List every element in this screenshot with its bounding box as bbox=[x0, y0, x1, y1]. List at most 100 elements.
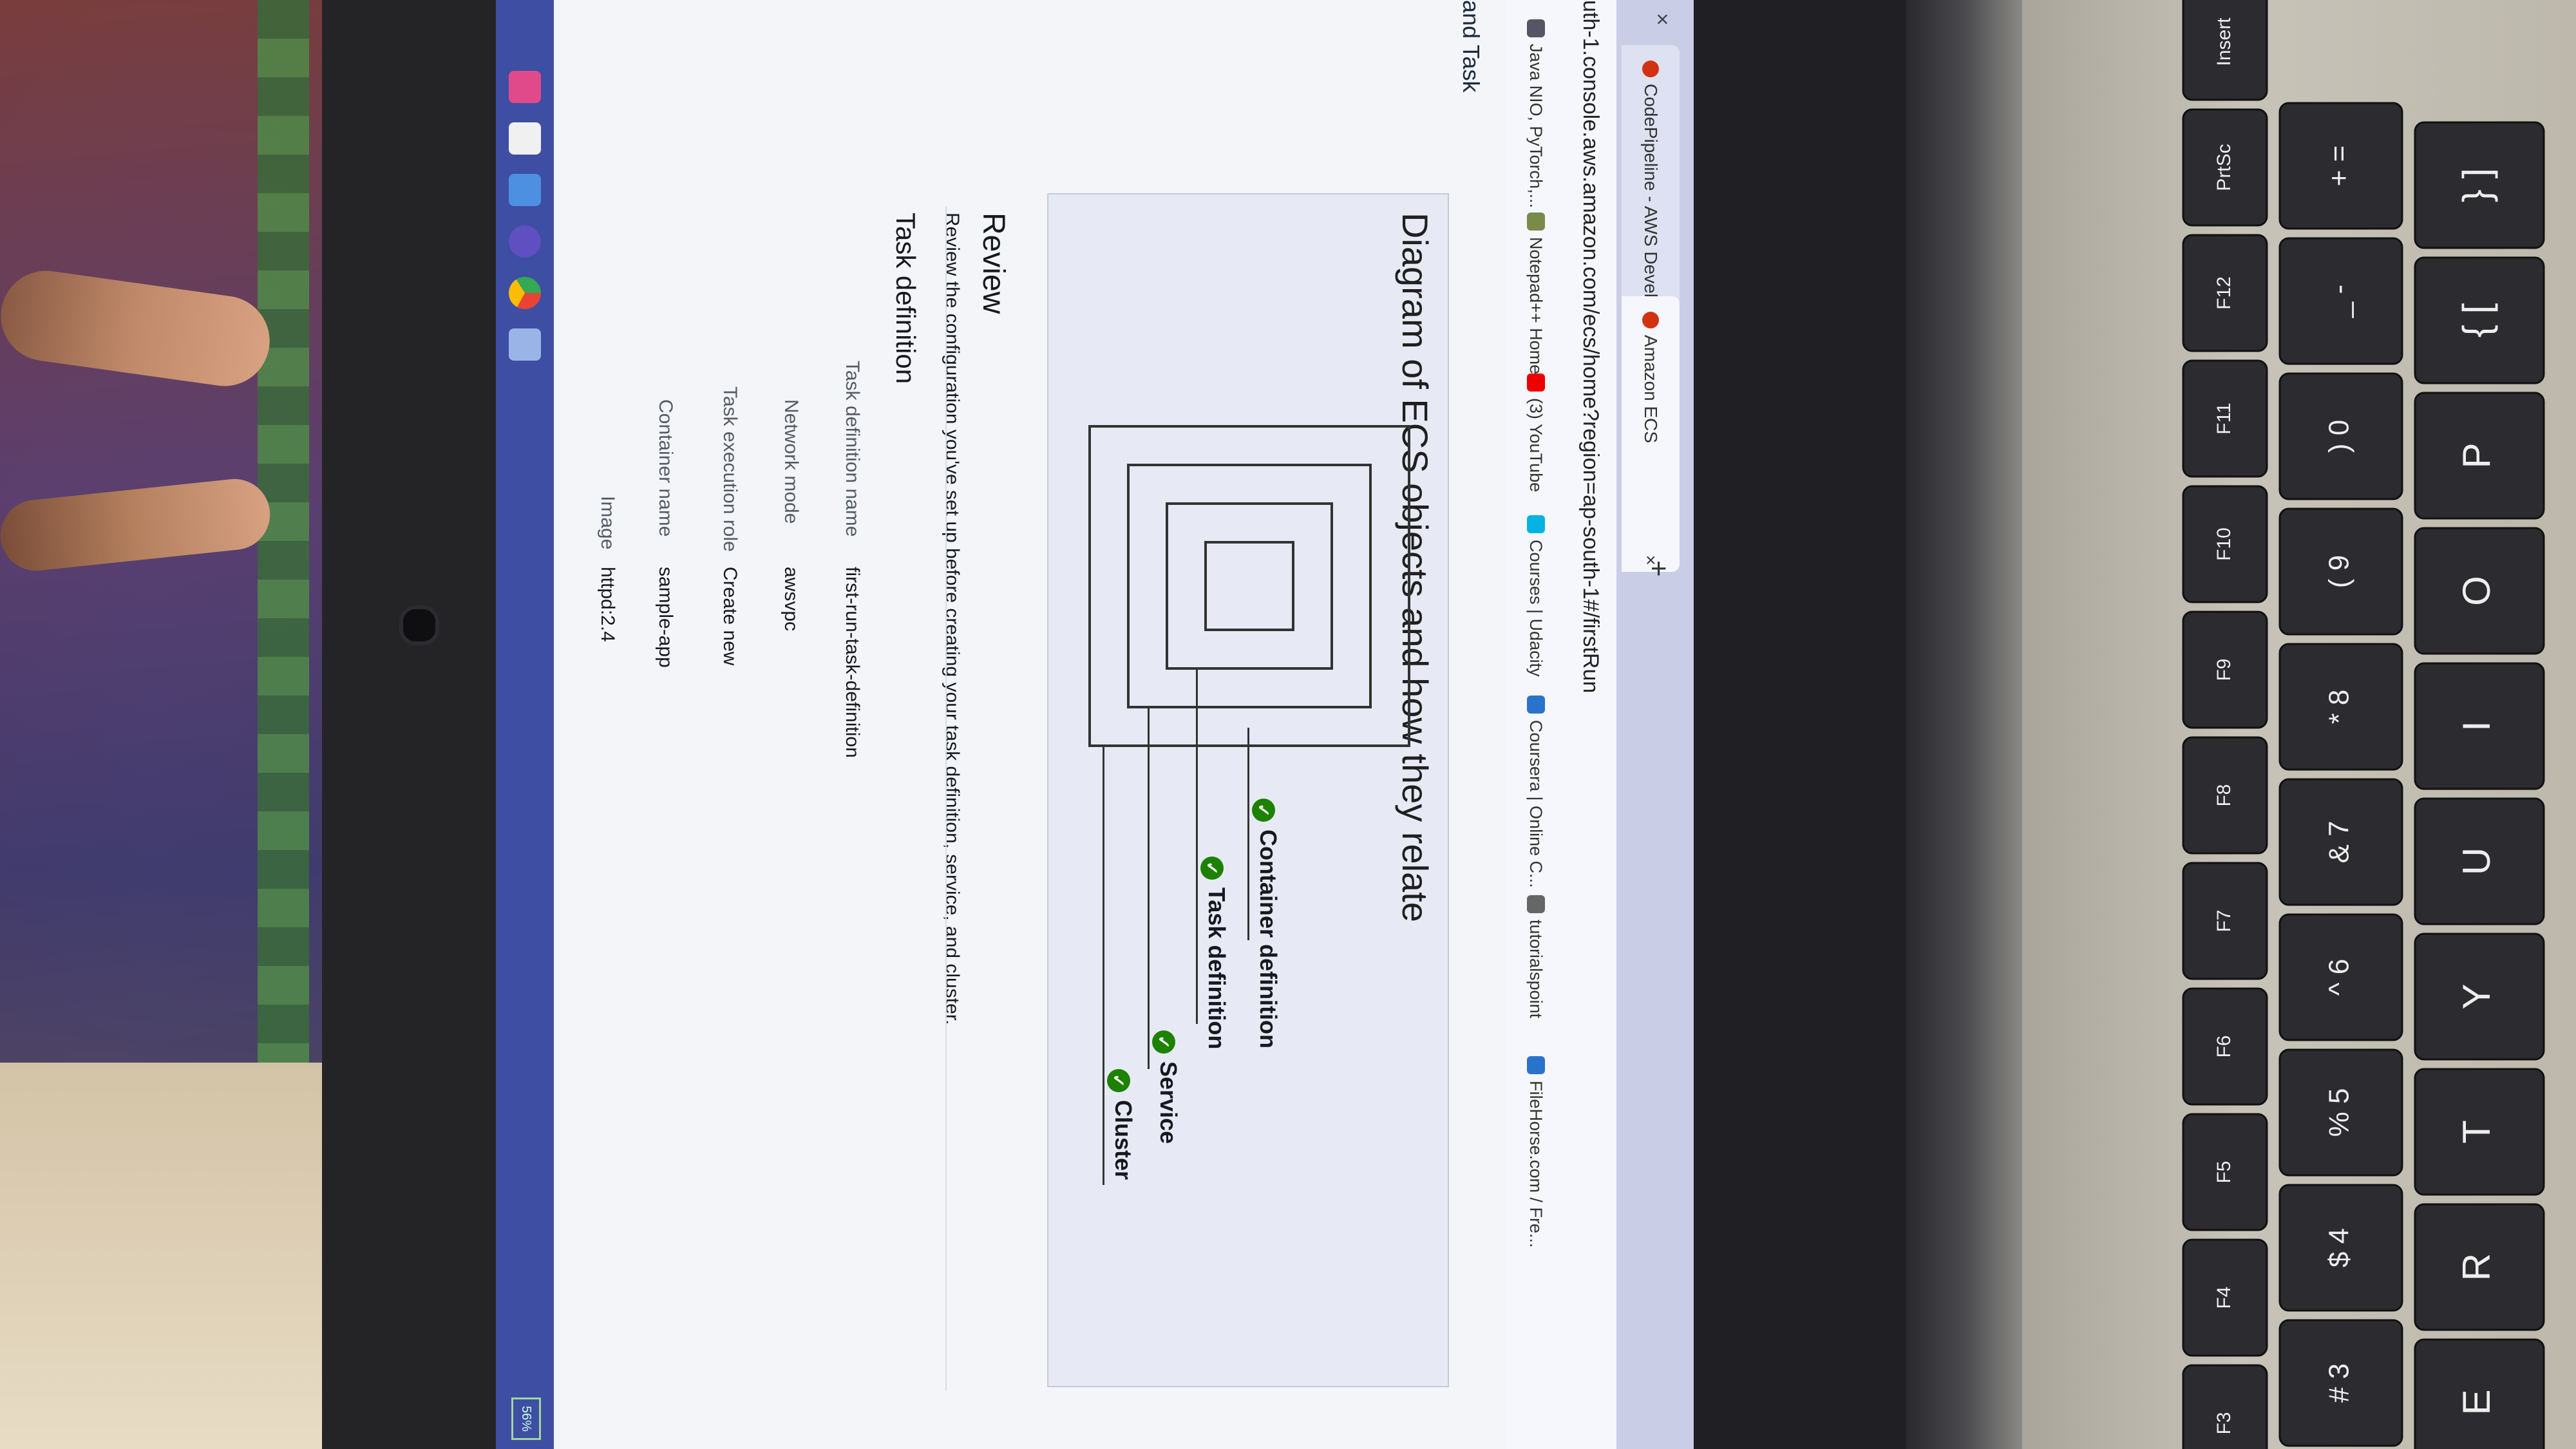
svg-text:$ 4: $ 4 bbox=[2324, 1228, 2355, 1267]
table-surface bbox=[0, 1063, 322, 1449]
windows-store-icon[interactable] bbox=[509, 71, 541, 103]
letter-key: { [ bbox=[2414, 256, 2545, 384]
bookmark-label: FileHorse.com / Fre... bbox=[1526, 1081, 1546, 1248]
letter-key: R bbox=[2414, 1203, 2545, 1331]
svg-text:E: E bbox=[2455, 1389, 2498, 1415]
settings-icon[interactable] bbox=[509, 225, 541, 258]
browser-window: × CodePipeline - AWS Developer T × Amazo… bbox=[496, 0, 1694, 1449]
bookmarks-bar: Java NIO, PyTorch,... Notepad++ Home (3)… bbox=[1506, 0, 1565, 1449]
tab-codepipeline[interactable]: CodePipeline - AWS Developer T × bbox=[1622, 45, 1680, 349]
number-key: ^ 6 bbox=[2278, 913, 2403, 1041]
photo-scene: F3 F4 F5 F6 F7 F8 F9 F10 F11 F12 PrtSc Insert # 3 $ 4… bbox=[0, 0, 2576, 1449]
laptop-bezel-bottom bbox=[1694, 0, 1913, 1449]
row-label: Task definition name bbox=[842, 361, 863, 537]
svg-text:F9: F9 bbox=[2213, 658, 2235, 681]
fn-key: F12 bbox=[2182, 234, 2268, 352]
svg-text:} ]: } ] bbox=[2455, 168, 2498, 202]
task-execution-role-value: Create new bbox=[719, 567, 741, 666]
webcam bbox=[399, 605, 439, 645]
letter-key: O bbox=[2414, 527, 2545, 655]
connector bbox=[1196, 670, 1198, 1024]
svg-text:P: P bbox=[2455, 442, 2498, 468]
bookmark-item[interactable]: Java NIO, PyTorch,... bbox=[1507, 19, 1565, 208]
bookmark-item[interactable]: tutorialspoint bbox=[1507, 895, 1565, 1018]
bookmark-label: (3) YouTube bbox=[1526, 398, 1546, 493]
laptop-screen: × CodePipeline - AWS Developer T × Amazo… bbox=[496, 0, 1694, 1449]
fn-key: F11 bbox=[2182, 359, 2268, 478]
bookmark-item[interactable]: FileHorse.com / Fre... bbox=[1507, 1056, 1565, 1248]
check-icon: ✓ bbox=[1107, 1069, 1130, 1092]
file-explorer-icon[interactable] bbox=[509, 174, 541, 206]
tab-amazon-ecs[interactable]: Amazon ECS × bbox=[1622, 296, 1680, 572]
fn-key: F6 bbox=[2182, 987, 2268, 1106]
bookmark-item[interactable]: (3) YouTube bbox=[1507, 374, 1565, 492]
new-tab-button[interactable]: + bbox=[1642, 560, 1674, 577]
svg-text:I: I bbox=[2455, 721, 2498, 732]
bookmark-icon bbox=[1527, 19, 1545, 37]
connector bbox=[1148, 708, 1150, 1069]
number-key: $ 4 bbox=[2278, 1184, 2403, 1312]
svg-text:+ =: + = bbox=[2324, 146, 2355, 187]
row-label: Task execution role bbox=[719, 386, 741, 552]
legend-label: Cluster bbox=[1110, 1100, 1137, 1180]
bookmark-label: Notepad++ Home bbox=[1526, 237, 1546, 375]
bookmark-item[interactable]: Courses | Udacity bbox=[1507, 515, 1565, 677]
svg-text:# 3: # 3 bbox=[2324, 1363, 2355, 1403]
svg-text:R: R bbox=[2455, 1253, 2498, 1281]
url-text: uth-1.console.aws.amazon.com/ecs/home?re… bbox=[1578, 0, 1603, 694]
close-tab-icon[interactable]: × bbox=[1649, 13, 1674, 26]
review-heading: Review bbox=[976, 213, 1010, 314]
laptop-hinge bbox=[1906, 0, 2022, 1449]
letter-key: E bbox=[2414, 1338, 2545, 1449]
fn-key: PrtSc bbox=[2182, 108, 2268, 227]
tutorialspoint-icon bbox=[1527, 895, 1545, 913]
letter-key: } ] bbox=[2414, 121, 2545, 249]
svg-text:) 0: ) 0 bbox=[2324, 420, 2355, 453]
number-key: * 8 bbox=[2278, 643, 2403, 771]
letter-key: Y bbox=[2414, 933, 2545, 1061]
svg-text:& 7: & 7 bbox=[2324, 820, 2355, 863]
number-key: ( 9 bbox=[2278, 507, 2403, 636]
letter-key: U bbox=[2414, 797, 2545, 925]
svg-text:T: T bbox=[2455, 1120, 2498, 1144]
svg-text:F10: F10 bbox=[2213, 527, 2235, 561]
letter-key: I bbox=[2414, 662, 2545, 790]
svg-text:F5: F5 bbox=[2213, 1160, 2235, 1183]
filehorse-icon bbox=[1527, 1056, 1545, 1074]
number-key: % 5 bbox=[2278, 1048, 2403, 1177]
svg-text:F7: F7 bbox=[2213, 909, 2235, 932]
fn-key: F9 bbox=[2182, 611, 2268, 729]
svg-text:F6: F6 bbox=[2213, 1035, 2235, 1057]
address-bar[interactable]: uth-1.console.aws.amazon.com/ecs/home?re… bbox=[1565, 0, 1616, 1449]
svg-text:F11: F11 bbox=[2213, 402, 2235, 434]
legend-cluster: ✓ Cluster bbox=[1107, 1069, 1137, 1180]
legend-label: Task definition bbox=[1204, 887, 1230, 1050]
bookmark-label: Courses | Udacity bbox=[1526, 540, 1546, 677]
udacity-icon bbox=[1527, 515, 1545, 533]
fn-key: F4 bbox=[2182, 1238, 2268, 1357]
svg-text:% 5: % 5 bbox=[2324, 1088, 2355, 1137]
app-icon[interactable] bbox=[509, 328, 541, 361]
network-mode-value: awsvpc bbox=[781, 567, 802, 632]
keyboard-keys: F3 F4 F5 F6 F7 F8 F9 F10 F11 F12 PrtSc Insert # 3 $ 4… bbox=[2182, 0, 2545, 1449]
legend-service: ✓ Service bbox=[1152, 1030, 1182, 1144]
windows-taskbar: 56% bbox=[496, 0, 554, 1449]
connector bbox=[1103, 747, 1104, 1185]
svg-text:( 9: ( 9 bbox=[2324, 555, 2355, 588]
mail-icon[interactable] bbox=[509, 122, 541, 155]
container-definition-box bbox=[1204, 541, 1294, 631]
battery-indicator[interactable]: 56% bbox=[511, 1397, 541, 1440]
connector bbox=[1247, 728, 1249, 940]
legend-task-definition: ✓ Task definition bbox=[1200, 857, 1230, 1049]
fn-key: F8 bbox=[2182, 736, 2268, 855]
chrome-icon[interactable] bbox=[509, 277, 541, 309]
number-key: ) 0 bbox=[2278, 372, 2403, 500]
bookmark-item[interactable]: Coursera | Online C... bbox=[1507, 696, 1565, 888]
image-value: httpd:2.4 bbox=[597, 567, 618, 642]
check-icon: ✓ bbox=[1252, 799, 1275, 822]
row-label: Container name bbox=[655, 399, 676, 537]
page-heading-fragment: and Task bbox=[1458, 0, 1484, 93]
bookmark-item[interactable]: Notepad++ Home bbox=[1507, 213, 1565, 374]
svg-text:Insert: Insert bbox=[2213, 17, 2235, 66]
task-definition-section-title: Task definition bbox=[891, 213, 921, 384]
